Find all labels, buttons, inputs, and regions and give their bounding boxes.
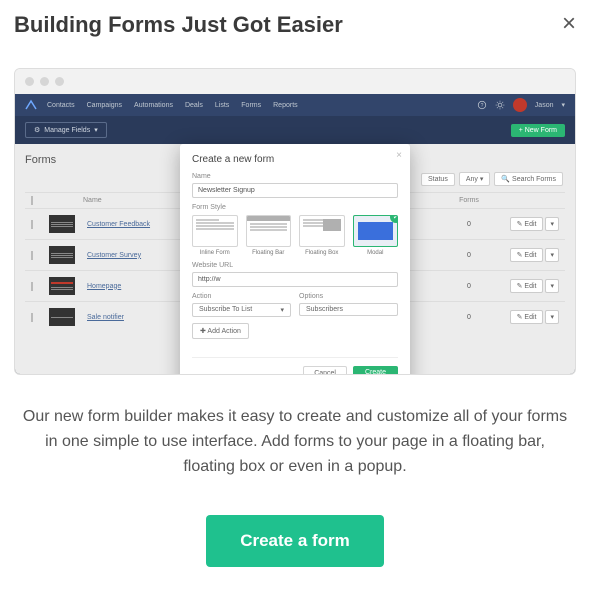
style-floating-box[interactable]: Floating Box	[299, 215, 345, 256]
create-form-dialog: Create a new form × Name Form Style Inli…	[180, 144, 410, 375]
action-select[interactable]: Subscribe To List▾	[192, 303, 291, 317]
chevron-down-icon: ▾	[280, 306, 284, 314]
nav-item[interactable]: Contacts	[47, 102, 75, 109]
url-label: Website URL	[192, 262, 398, 269]
help-icon[interactable]: ?	[477, 100, 487, 110]
row-checkbox[interactable]	[31, 251, 33, 260]
app-subbar: ⚙Manage Fields▾ + New Form	[15, 116, 575, 144]
window-dot	[55, 77, 64, 86]
row-menu-button[interactable]: ▾	[545, 279, 559, 293]
modal-header: Building Forms Just Got Easier ×	[14, 12, 576, 38]
row-checkbox[interactable]	[31, 313, 33, 322]
form-style-options: Inline Form Floating Bar Floating Box ✓	[192, 215, 398, 256]
form-thumbnail	[49, 215, 75, 233]
screenshot-preview: Contacts Campaigns Automations Deals Lis…	[14, 68, 576, 375]
row-menu-button[interactable]: ▾	[545, 310, 559, 324]
chevron-down-icon: ▾	[94, 126, 98, 134]
dialog-title: Create a new form	[192, 154, 398, 165]
edit-button[interactable]: ✎ Edit	[510, 310, 544, 324]
nav-item[interactable]: Campaigns	[87, 102, 122, 109]
gear-icon: ⚙	[34, 126, 40, 134]
name-label: Name	[192, 173, 398, 180]
style-modal[interactable]: ✓ Modal	[353, 215, 399, 256]
window-dot	[25, 77, 34, 86]
style-floating-bar[interactable]: Floating Bar	[246, 215, 292, 256]
row-checkbox[interactable]	[31, 282, 33, 291]
edit-button[interactable]: ✎ Edit	[510, 217, 544, 231]
close-icon[interactable]: ×	[396, 150, 402, 161]
row-menu-button[interactable]: ▾	[545, 248, 559, 262]
avatar[interactable]	[513, 98, 527, 112]
row-checkbox[interactable]	[31, 220, 33, 229]
onboarding-modal: Building Forms Just Got Easier × Contact…	[0, 0, 590, 597]
description-text: Our new form builder makes it easy to cr…	[14, 405, 576, 479]
app-screenshot: Contacts Campaigns Automations Deals Lis…	[15, 94, 575, 374]
forms-page: Forms Status Any ▾ 🔍 Search Forms Name F…	[15, 144, 575, 374]
nav-item[interactable]: Deals	[185, 102, 203, 109]
nav-item[interactable]: Automations	[134, 102, 173, 109]
new-form-button[interactable]: + New Form	[511, 124, 565, 137]
form-name-input[interactable]	[192, 183, 398, 198]
window-dot	[40, 77, 49, 86]
any-filter[interactable]: Any ▾	[459, 172, 491, 186]
dialog-footer: Cancel Create	[192, 357, 398, 375]
form-thumbnail	[49, 246, 75, 264]
create-form-cta[interactable]: Create a form	[206, 515, 384, 567]
nav-item[interactable]: Forms	[241, 102, 261, 109]
style-label: Form Style	[192, 204, 398, 211]
nav-item[interactable]: Lists	[215, 102, 229, 109]
options-label: Options	[299, 293, 398, 300]
form-count: 0	[439, 314, 499, 321]
app-logo-icon	[25, 99, 37, 111]
gear-icon[interactable]	[495, 100, 505, 110]
form-count: 0	[439, 252, 499, 259]
main-nav: Contacts Campaigns Automations Deals Lis…	[47, 102, 298, 109]
form-count: 0	[439, 221, 499, 228]
close-icon[interactable]: ×	[562, 12, 576, 36]
topbar-right: ? Jason ▾	[477, 98, 565, 112]
cancel-button[interactable]: Cancel	[303, 366, 347, 375]
nav-item[interactable]: Reports	[273, 102, 298, 109]
browser-window-dots	[15, 69, 575, 94]
svg-text:?: ?	[480, 103, 483, 109]
form-thumbnail	[49, 277, 75, 295]
status-filter[interactable]: Status	[421, 173, 455, 186]
app-topbar: Contacts Campaigns Automations Deals Lis…	[15, 94, 575, 116]
search-input[interactable]: 🔍 Search Forms	[494, 172, 563, 186]
form-thumbnail	[49, 308, 75, 326]
chevron-down-icon[interactable]: ▾	[561, 101, 565, 109]
form-count: 0	[439, 283, 499, 290]
style-inline[interactable]: Inline Form	[192, 215, 238, 256]
add-action-button[interactable]: ✚ Add Action	[192, 323, 249, 339]
modal-title: Building Forms Just Got Easier	[14, 12, 343, 38]
manage-fields-button[interactable]: ⚙Manage Fields▾	[25, 122, 107, 138]
column-forms: Forms	[439, 197, 499, 204]
action-label: Action	[192, 293, 291, 300]
select-all-checkbox[interactable]	[31, 196, 33, 205]
website-url-input[interactable]	[192, 272, 398, 287]
options-select[interactable]: Subscribers	[299, 303, 398, 316]
row-menu-button[interactable]: ▾	[545, 217, 559, 231]
edit-button[interactable]: ✎ Edit	[510, 248, 544, 262]
edit-button[interactable]: ✎ Edit	[510, 279, 544, 293]
user-name[interactable]: Jason	[535, 102, 554, 109]
create-button[interactable]: Create	[353, 366, 398, 375]
